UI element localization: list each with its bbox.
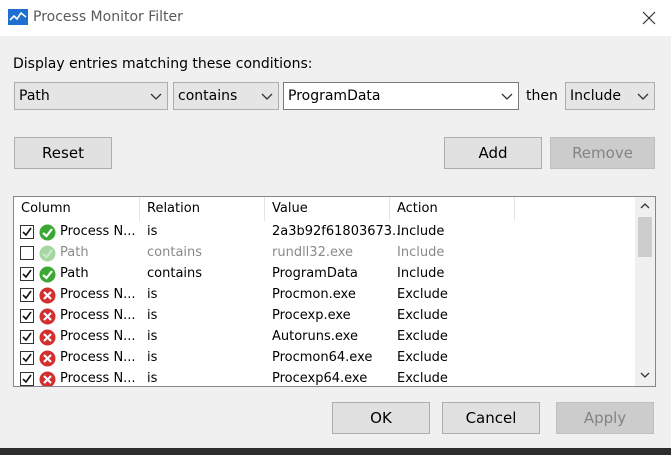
row-value: rundll32.exe <box>272 245 354 260</box>
row-column: Path <box>60 245 89 260</box>
vertical-scrollbar[interactable] <box>635 197 655 386</box>
value-combobox-text: ProgramData <box>288 88 381 104</box>
exclude-x-icon <box>38 328 57 347</box>
table-row[interactable]: Path contains rundll32.exe Include <box>14 243 634 264</box>
row-column: Process N... <box>60 371 136 386</box>
exclude-x-icon <box>38 370 57 386</box>
row-column: Process N... <box>60 287 136 302</box>
header-value[interactable]: Value <box>265 197 390 221</box>
row-column: Process N... <box>60 350 136 365</box>
row-checkbox[interactable] <box>20 372 34 386</box>
row-relation: is <box>147 224 158 239</box>
row-column: Process N... <box>60 308 136 323</box>
row-checkbox[interactable] <box>20 246 34 260</box>
row-column: Process N... <box>60 329 136 344</box>
row-column: Process N... <box>60 224 136 239</box>
column-select-value: Path <box>19 88 50 104</box>
table-row[interactable]: Process N... is 2a3b92f61803673... Include <box>14 222 634 243</box>
row-action: Exclude <box>397 287 448 302</box>
row-value: ProgramData <box>272 266 358 281</box>
header-action[interactable]: Action <box>390 197 515 221</box>
table-row[interactable]: Process N... is Procmon64.exe Exclude <box>14 348 634 369</box>
relation-select[interactable]: contains <box>173 82 279 110</box>
action-select-value: Include <box>570 88 621 104</box>
table-row[interactable]: Process N... is Autoruns.exe Exclude <box>14 327 634 348</box>
add-button[interactable]: Add <box>444 137 542 169</box>
row-value: Procmon.exe <box>272 287 356 302</box>
row-checkbox[interactable] <box>20 309 34 323</box>
scrollbar-thumb[interactable] <box>638 217 652 257</box>
row-value: Procexp.exe <box>272 308 351 323</box>
header-relation[interactable]: Relation <box>140 197 265 221</box>
row-relation: is <box>147 350 158 365</box>
row-action: Include <box>397 266 445 281</box>
chevron-down-icon <box>261 93 273 100</box>
close-button[interactable] <box>626 0 671 36</box>
row-checkbox[interactable] <box>20 267 34 281</box>
close-icon <box>642 11 655 25</box>
relation-select-value: contains <box>178 88 238 104</box>
include-check-icon <box>38 244 57 263</box>
ok-button[interactable]: OK <box>332 402 430 434</box>
filter-prompt: Display entries matching these condition… <box>13 56 313 72</box>
row-action: Exclude <box>397 329 448 344</box>
row-checkbox[interactable] <box>20 225 34 239</box>
row-action: Exclude <box>397 350 448 365</box>
row-relation: is <box>147 308 158 323</box>
row-checkbox[interactable] <box>20 288 34 302</box>
row-action: Include <box>397 224 445 239</box>
header-column[interactable]: Column <box>14 197 140 221</box>
row-relation: contains <box>147 266 203 281</box>
row-relation: contains <box>147 245 203 260</box>
value-combobox[interactable]: ProgramData <box>283 82 519 110</box>
remove-button[interactable]: Remove <box>550 137 655 169</box>
exclude-x-icon <box>38 286 57 305</box>
table-row[interactable]: Process N... is Procexp.exe Exclude <box>14 306 634 327</box>
chevron-down-icon <box>501 93 513 100</box>
row-relation: is <box>147 371 158 386</box>
row-relation: is <box>147 329 158 344</box>
scroll-up-icon[interactable] <box>640 202 650 210</box>
then-label: then <box>526 88 558 104</box>
title-bar: Process Monitor Filter <box>0 0 671 36</box>
row-checkbox[interactable] <box>20 351 34 365</box>
window-title: Process Monitor Filter <box>33 9 183 25</box>
column-select[interactable]: Path <box>14 82 168 110</box>
chevron-down-icon <box>150 93 162 100</box>
row-checkbox[interactable] <box>20 330 34 344</box>
row-action: Include <box>397 245 445 260</box>
list-header: Column Relation Value Action <box>14 197 634 221</box>
filter-list[interactable]: Column Relation Value Action Process N..… <box>13 196 656 387</box>
row-relation: is <box>147 287 158 302</box>
row-action: Exclude <box>397 308 448 323</box>
scroll-down-icon[interactable] <box>640 371 650 379</box>
row-value: Procexp64.exe <box>272 371 368 386</box>
cancel-button[interactable]: Cancel <box>442 402 540 434</box>
action-select[interactable]: Include <box>565 82 655 110</box>
row-value: Procmon64.exe <box>272 350 373 365</box>
process-monitor-icon <box>8 9 28 25</box>
include-check-icon <box>38 223 57 242</box>
table-row[interactable]: Process N... is Procexp64.exe Exclude <box>14 369 634 386</box>
table-row[interactable]: Process N... is Procmon.exe Exclude <box>14 285 634 306</box>
background-window-strip <box>0 448 671 455</box>
row-value: Autoruns.exe <box>272 329 358 344</box>
table-row[interactable]: Path contains ProgramData Include <box>14 264 634 285</box>
exclude-x-icon <box>38 307 57 326</box>
reset-button[interactable]: Reset <box>14 137 112 169</box>
include-check-icon <box>38 265 57 284</box>
apply-button[interactable]: Apply <box>556 402 654 434</box>
row-column: Path <box>60 266 89 281</box>
exclude-x-icon <box>38 349 57 368</box>
row-action: Exclude <box>397 371 448 386</box>
chevron-down-icon <box>637 93 649 100</box>
row-value: 2a3b92f61803673... <box>272 224 405 239</box>
